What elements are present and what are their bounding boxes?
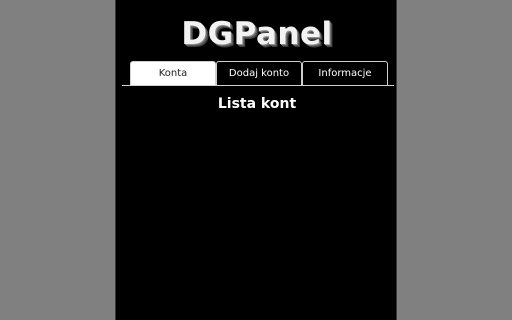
tab-informacje[interactable]: Informacje <box>302 61 388 85</box>
section-title: Lista kont <box>217 96 297 112</box>
tab-divider <box>122 85 394 86</box>
tab-bar: Konta Dodaj konto Informacje <box>130 61 388 85</box>
panel-window: DGPanel Konta Dodaj konto Informacje Lis… <box>115 0 397 320</box>
tab-dodaj-konto[interactable]: Dodaj konto <box>216 61 302 85</box>
app-logo: DGPanel <box>181 16 333 52</box>
tab-konta[interactable]: Konta <box>130 61 216 85</box>
